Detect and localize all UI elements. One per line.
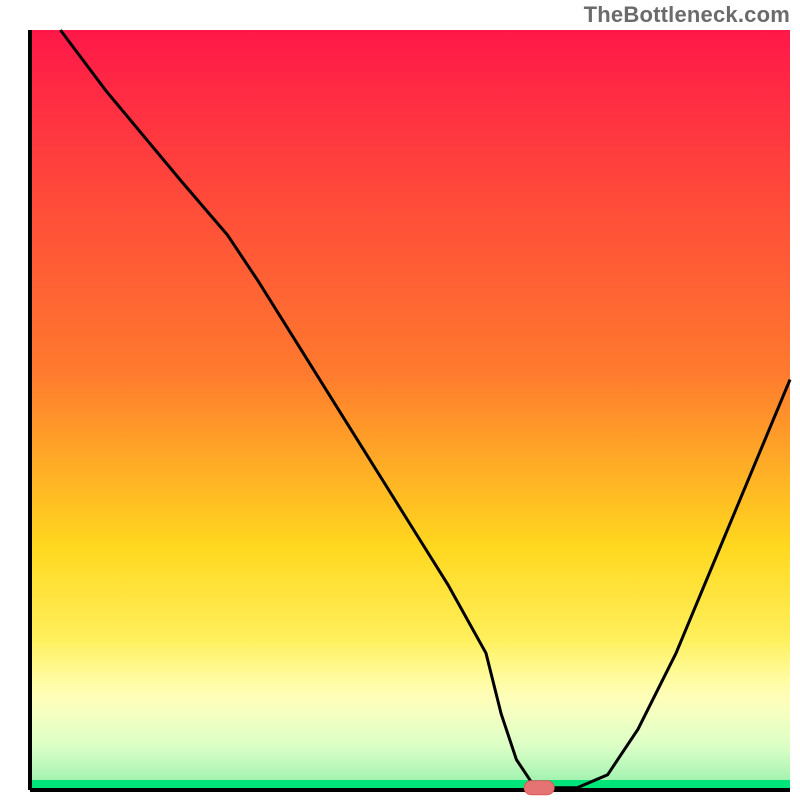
chart-svg: [0, 0, 800, 800]
plot-bottom-band: [30, 638, 790, 782]
chart-frame: TheBottleneck.com: [0, 0, 800, 800]
optimal-marker: [524, 781, 554, 795]
